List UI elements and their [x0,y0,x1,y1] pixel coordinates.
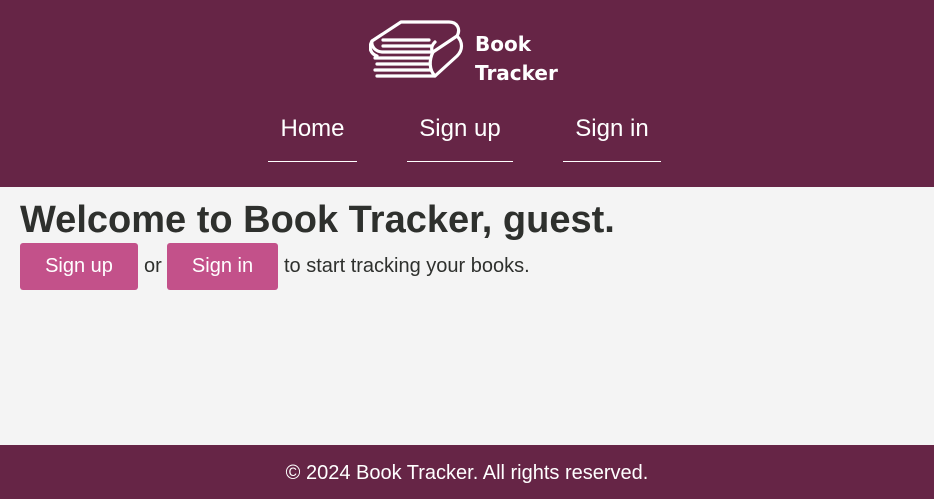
main-nav: Home Sign up Sign in [0,113,934,163]
brand-name-line1: Book [475,32,532,56]
sign-up-button[interactable]: Sign up [20,243,138,290]
book-stack-icon [369,20,464,78]
copyright-text: © 2024 Book Tracker. All rights reserved… [285,462,649,484]
main-content: Welcome to Book Tracker, guest. Sign up … [0,187,934,445]
site-header: Book Tracker Home Sign up Sign in [0,0,934,187]
call-to-action-text: to start tracking your books. [284,255,530,277]
nav-sign-up-link[interactable]: Sign up [407,113,513,162]
page: Book Tracker Home Sign up Sign in Welcom… [0,0,934,499]
or-text: or [144,255,162,277]
brand-name-line2: Tracker [475,61,558,85]
nav-sign-in-link[interactable]: Sign in [563,113,661,162]
site-logo[interactable]: Book Tracker [369,18,561,85]
brand-name: Book Tracker [475,30,558,88]
site-footer: © 2024 Book Tracker. All rights reserved… [0,445,934,499]
nav-home-link[interactable]: Home [268,113,357,162]
sign-in-button[interactable]: Sign in [167,243,278,290]
page-title: Welcome to Book Tracker, guest. [20,199,615,241]
